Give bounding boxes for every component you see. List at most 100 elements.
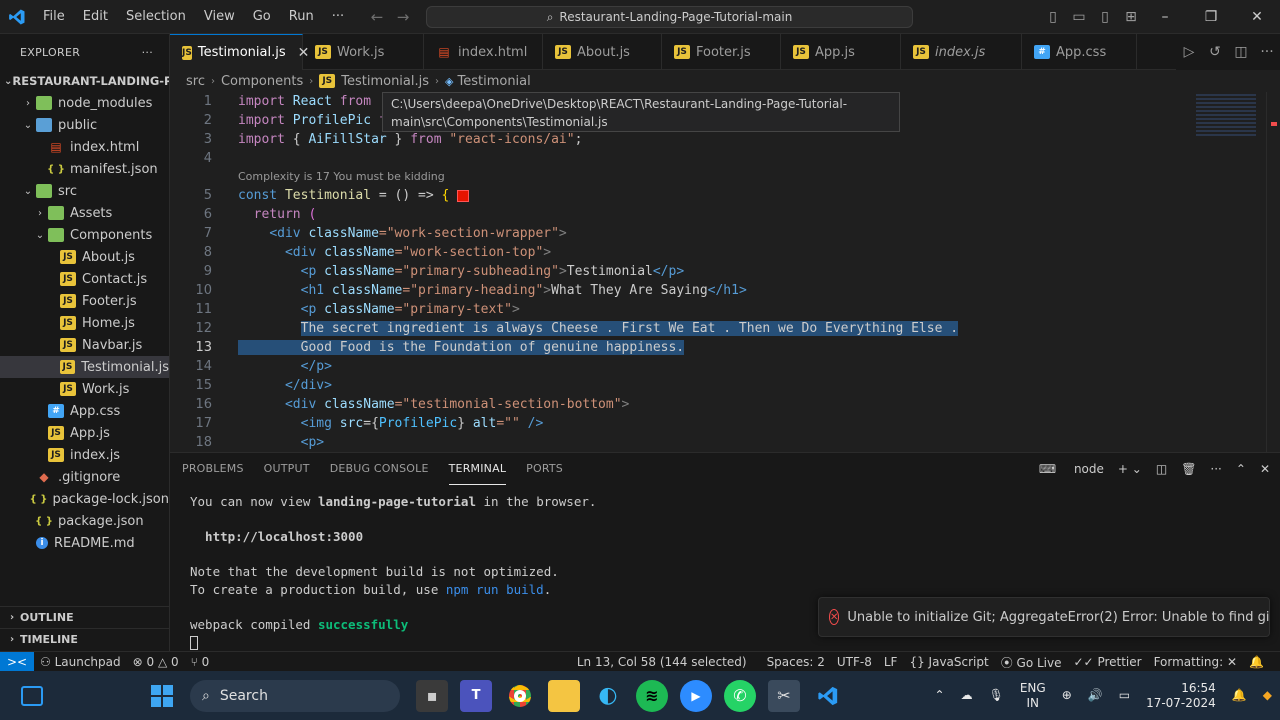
encoding-status[interactable]: UTF-8 [831,655,878,669]
prettier-status[interactable]: ✓✓ Prettier [1068,655,1148,669]
task-view-icon[interactable]: ▪ [416,679,448,712]
command-center-search[interactable]: ⌕ Restaurant-Landing-Page-Tutorial-main [426,6,913,28]
tree-item[interactable]: JS Footer.js [0,290,169,312]
tree-item[interactable]: › Assets [0,202,169,224]
toggle-secondary-sidebar-icon[interactable]: ▯ [1092,9,1118,25]
network-icon[interactable]: ⊕ [1062,688,1072,703]
menu-item-5[interactable]: Run [280,0,323,34]
close-panel-icon[interactable]: ✕ [1260,462,1270,476]
code-content[interactable]: import React from ' import ProfilePic f … [238,92,959,452]
panel-tab-ports[interactable]: PORTS [526,453,563,485]
menu-item-0[interactable]: File [34,0,74,34]
zoom-icon[interactable]: ▶ [680,679,712,712]
battery-icon[interactable]: ▭ [1119,688,1130,703]
clock[interactable]: 16:54 17-07-2024 [1146,681,1216,711]
tree-item[interactable]: JS App.js [0,422,169,444]
tree-item[interactable]: ⌄ public [0,114,169,136]
codelens-complexity[interactable]: Complexity is 17 You must be kidding [238,168,958,186]
outline-section[interactable]: › OUTLINE [0,606,170,628]
menu-item-6[interactable]: ··· [323,0,353,34]
widgets-icon[interactable] [16,680,48,712]
breadcrumb-file[interactable]: Testimonial.js [341,74,429,89]
spotify-icon[interactable]: ≋ [636,679,668,712]
tab-index-js[interactable]: JS index.js [901,34,1022,70]
edge-icon[interactable]: ◐ [592,680,624,712]
problems-status[interactable]: ⊗ 0 △ 0 [127,655,185,669]
minimap[interactable] [1192,92,1266,452]
menu-item-1[interactable]: Edit [74,0,117,34]
windows-start-icon[interactable] [146,680,178,712]
file-explorer-icon[interactable] [548,679,580,712]
tree-item[interactable]: JS Navbar.js [0,334,169,356]
menu-item-3[interactable]: View [195,0,244,34]
onedrive-icon[interactable]: ☁ [961,688,973,703]
tree-item[interactable]: › node_modules [0,92,169,114]
close-window-button[interactable]: ✕ [1234,9,1280,25]
remote-indicator-button[interactable]: >< [0,651,34,672]
tree-item[interactable]: # App.css [0,400,169,422]
go-live-button[interactable]: ⦿ Go Live [995,654,1068,671]
customize-layout-icon[interactable]: ⊞ [1118,9,1144,25]
tree-item[interactable]: ⌄ Components [0,224,169,246]
toggle-panel-icon[interactable]: ▭ [1066,9,1092,25]
timeline-history-icon[interactable]: ↺ [1202,44,1228,60]
tree-item[interactable]: ⌄ src [0,180,169,202]
tab-index-html[interactable]: ▤ index.html [424,34,543,70]
menu-item-2[interactable]: Selection [117,0,195,34]
vscode-taskbar-icon[interactable] [812,680,844,712]
new-terminal-icon[interactable]: + ⌄ [1118,462,1142,476]
run-icon[interactable]: ▷ [1176,44,1202,60]
tree-item[interactable]: JS About.js [0,246,169,268]
taskbar-search[interactable]: ⌕ Search [190,679,400,712]
microphone-icon[interactable]: 🎙 [989,688,1004,703]
tab-about-js[interactable]: JS About.js [543,34,662,70]
breakpoint-marker[interactable] [457,189,470,202]
split-editor-icon[interactable]: ◫ [1228,44,1254,60]
tab-testimonial-js[interactable]: JS Testimonial.js ✕ [170,34,309,70]
formatting-status[interactable]: Formatting: ✕ [1148,655,1243,669]
tab-work-js[interactable]: JS Work.js [303,34,424,70]
restore-button[interactable]: ❐ [1188,9,1234,25]
tree-item[interactable]: ◆ .gitignore [0,466,169,488]
tree-item[interactable]: { } package-lock.json [0,488,169,510]
more-actions-icon[interactable]: ··· [1254,44,1280,60]
breadcrumb-symbol[interactable]: Testimonial [457,74,530,89]
trash-icon[interactable]: 🗑 [1181,462,1196,476]
language-indicator[interactable]: ENG IN [1020,681,1046,711]
menu-item-4[interactable]: Go [244,0,280,34]
tab-app-css[interactable]: # App.css [1022,34,1137,70]
notifications-bell-icon[interactable]: 🔔 [1243,655,1270,669]
split-terminal-icon[interactable]: ◫ [1156,462,1167,476]
tree-item[interactable]: JS Testimonial.js [0,356,169,378]
tree-item[interactable]: JS Home.js [0,312,169,334]
copilot-icon[interactable]: ◆ [1263,688,1272,703]
launchpad-button[interactable]: ⚇ Launchpad [34,655,127,669]
cursor-position[interactable]: Ln 13, Col 58 (144 selected) [571,655,753,669]
editor-scrollbar[interactable] [1266,92,1280,452]
timeline-section[interactable]: › TIMELINE [0,628,170,650]
eol-status[interactable]: LF [878,655,904,669]
tree-item[interactable]: JS index.js [0,444,169,466]
chevron-up-icon[interactable]: ⌃ [935,688,945,703]
more-actions-icon[interactable]: ··· [1210,462,1221,476]
toggle-primary-sidebar-icon[interactable]: ▯ [1040,9,1066,25]
forward-arrow-icon[interactable]: → [390,8,416,26]
back-arrow-icon[interactable]: ← [364,8,390,26]
tab-app-js[interactable]: JS App.js [781,34,901,70]
tree-item[interactable]: { } manifest.json [0,158,169,180]
volume-icon[interactable]: 🔊 [1088,688,1103,703]
notifications-icon[interactable]: 🔔 [1232,688,1247,703]
tree-item[interactable]: JS Contact.js [0,268,169,290]
tab-footer-js[interactable]: JS Footer.js [662,34,781,70]
minimize-button[interactable]: – [1142,9,1188,25]
terminal-output[interactable]: You can now view landing-page-tutorial i… [190,493,596,651]
panel-tab-output[interactable]: OUTPUT [264,453,310,485]
teams-icon[interactable]: T [460,679,492,712]
snipping-tool-icon[interactable]: ✂ [768,679,800,712]
breadcrumb-components[interactable]: Components [221,74,303,89]
panel-tab-debug-console[interactable]: DEBUG CONSOLE [330,453,429,485]
tree-item[interactable]: i README.md [0,532,169,554]
ports-status[interactable]: ⑂ 0 [185,655,216,669]
breadcrumb-src[interactable]: src [186,74,205,89]
tree-item[interactable]: ▤ index.html [0,136,169,158]
